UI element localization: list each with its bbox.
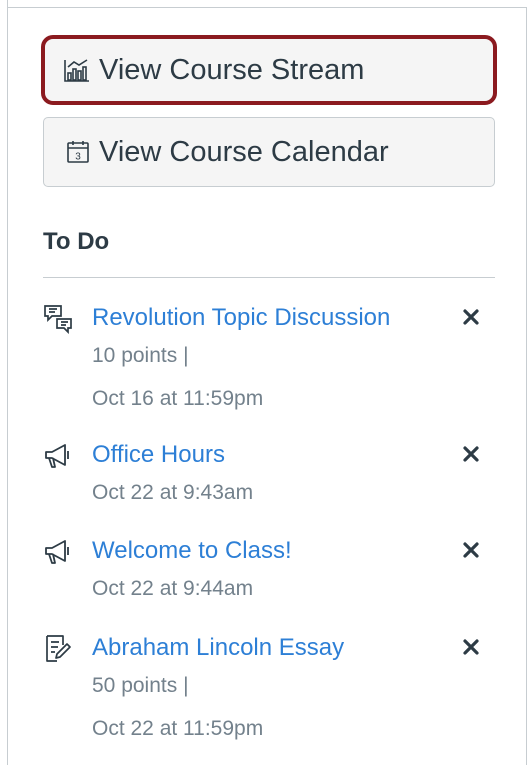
todo-item: Abraham Lincoln Essay 50 points | Oct 22… (43, 634, 495, 744)
todo-heading: To Do (43, 228, 110, 255)
view-course-stream-label: View Course Stream (99, 53, 365, 86)
todo-item-points: 50 points | (92, 674, 189, 697)
announcement-icon (45, 444, 69, 468)
calendar-icon: 3 (67, 141, 89, 163)
view-course-calendar-label: View Course Calendar (99, 135, 389, 168)
todo-item: Office Hours Oct 22 at 9:43am (43, 441, 495, 511)
assignment-icon (46, 635, 71, 662)
discussion-icon (44, 305, 72, 334)
todo-item-due: Oct 22 at 11:59pm (92, 717, 264, 740)
panel-border-top (7, 7, 527, 8)
panel-border-left (7, 0, 8, 765)
view-course-calendar-button[interactable]: 3 View Course Calendar (43, 117, 495, 187)
todo-item-points: 10 points | (92, 344, 189, 367)
todo-item: Welcome to Class! Oct 22 at 9:44am (43, 537, 495, 607)
announcement-icon (45, 540, 69, 564)
todo-item-title[interactable]: Welcome to Class! (92, 537, 292, 565)
todo-item-due: Oct 22 at 9:44am (92, 577, 254, 600)
todo-item-due: Oct 22 at 9:43am (92, 481, 254, 504)
todo-item-title[interactable]: Abraham Lincoln Essay (92, 634, 344, 662)
todo-item-title[interactable]: Revolution Topic Discussion (92, 304, 390, 332)
todo-divider (43, 277, 495, 278)
todo-item-due: Oct 16 at 11:59pm (92, 387, 264, 410)
dismiss-icon[interactable] (456, 535, 486, 565)
todo-item: Revolution Topic Discussion 10 points | … (43, 304, 495, 414)
dismiss-icon[interactable] (456, 632, 486, 662)
view-course-stream-button[interactable]: View Course Stream (41, 35, 497, 105)
svg-text:3: 3 (75, 152, 81, 163)
todo-item-title[interactable]: Office Hours (92, 441, 225, 469)
panel-border-right (526, 7, 527, 765)
dismiss-icon[interactable] (456, 302, 486, 332)
stream-icon (64, 59, 89, 82)
sidebar-panel: View Course Stream 3 View Course Calenda… (0, 0, 531, 765)
dismiss-icon[interactable] (456, 439, 486, 469)
